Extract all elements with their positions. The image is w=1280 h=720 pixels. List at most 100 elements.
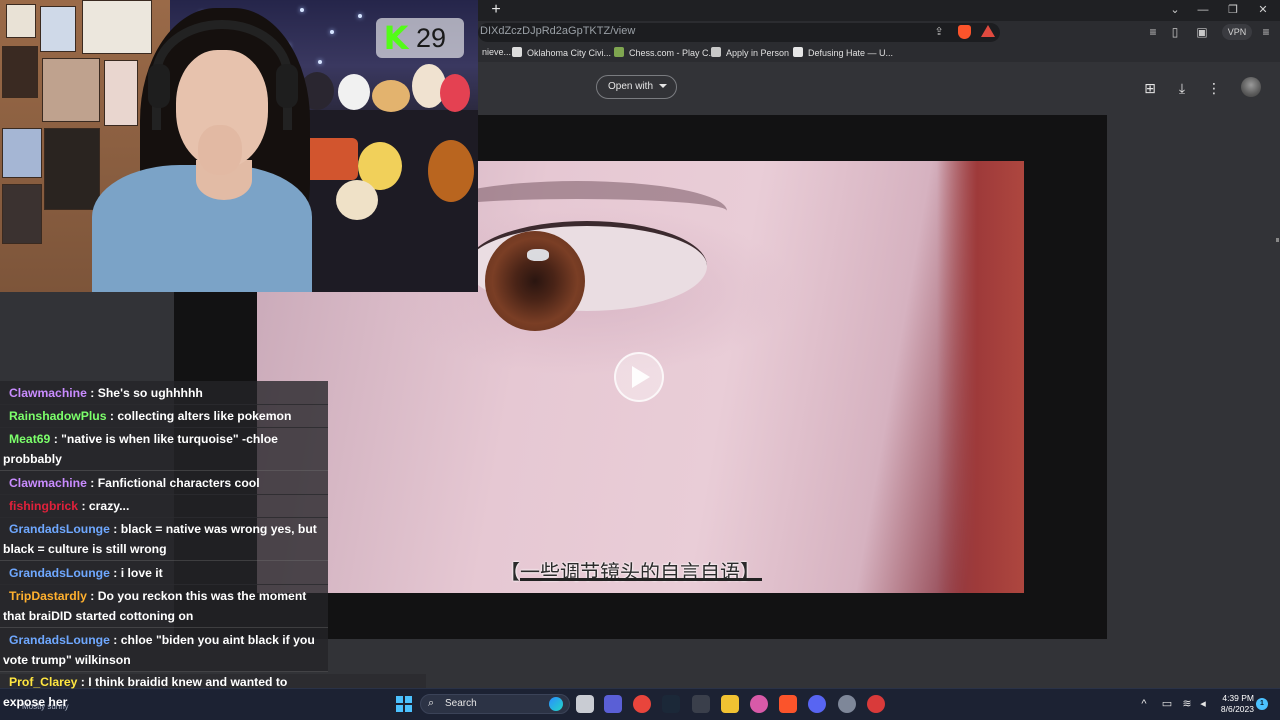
notification-badge[interactable]: 1 [1256, 698, 1268, 710]
poster [2, 46, 38, 98]
bookmark-label: Defusing Hate — U... [808, 48, 894, 58]
app-icon[interactable] [867, 695, 885, 713]
chat-username: TripDastardly [9, 589, 87, 603]
chat-message: Clawmachine : Fanfictional characters co… [0, 471, 328, 495]
account-avatar[interactable] [1241, 77, 1261, 97]
start-button[interactable] [396, 696, 412, 712]
iris-shape [485, 231, 585, 331]
url-text[interactable]: DIXdZczDJpRd2aGpTKTZ/view [480, 25, 635, 37]
brave-rewards-icon[interactable] [981, 25, 995, 37]
chat-message: GrandadsLounge : i love it [0, 561, 328, 585]
bookmark-1[interactable]: nieve... [482, 47, 511, 57]
bookmark-label: Oklahoma City Civi... [527, 48, 612, 58]
bookmark-label: Apply in Person [726, 48, 790, 58]
bookmark-2[interactable]: Oklahoma City Civi... [512, 47, 611, 58]
search-icon: ⌕ [428, 697, 435, 709]
chat-text: : Fanfictional characters cool [86, 476, 260, 490]
chat-message: GrandadsLounge : black = native was wron… [0, 517, 328, 561]
windows-logo-icon [405, 696, 412, 703]
chat-text: : collecting alters like pokemon [106, 409, 292, 423]
headphones-icon [152, 20, 292, 130]
chess-pawn-icon [614, 47, 624, 57]
plush-toy [428, 140, 474, 202]
brave-shields-icon[interactable] [958, 25, 971, 39]
chat-username: GrandadsLounge [9, 566, 110, 580]
sidebar-icon[interactable]: ▯ [1168, 25, 1182, 39]
headphone-earcup [148, 64, 170, 108]
more-options-icon[interactable]: ⋮ [1206, 80, 1222, 96]
menu-list-icon[interactable]: ≡ [1146, 25, 1160, 39]
chat-text: : She's so ughhhhh [86, 386, 203, 400]
windows-logo-icon [405, 705, 412, 712]
chat-message: Prof_Clarey : I think braidid knew and w… [0, 670, 328, 713]
close-window-button[interactable]: ✕ [1248, 2, 1278, 18]
browser-menu-icon[interactable]: ≡ [1259, 25, 1273, 39]
poster [82, 0, 152, 54]
teams-icon[interactable] [604, 695, 622, 713]
show-hidden-icons-chevron-icon[interactable]: ^ [1137, 697, 1151, 711]
chat-username: Clawmachine [9, 476, 87, 490]
plush-toy [336, 180, 378, 220]
volume-icon[interactable]: ◂ [1196, 697, 1210, 711]
chrome-icon[interactable] [633, 695, 651, 713]
bing-icon[interactable] [549, 697, 563, 711]
wifi-icon[interactable]: ≋ [1180, 697, 1194, 711]
settings-gear-icon[interactable] [838, 695, 856, 713]
tray-app-icon[interactable]: ▭ [1160, 697, 1174, 711]
file-explorer-icon[interactable] [721, 695, 739, 713]
wallet-icon[interactable]: ▣ [1195, 25, 1209, 39]
scrollbar[interactable] [1276, 238, 1279, 242]
video-subtitle: 【一些调节镜头的自言自语】 [500, 560, 760, 584]
tab-search-chevron-icon[interactable]: ⌄ [1160, 2, 1190, 18]
windows-logo-icon [396, 705, 403, 712]
brave-browser-icon[interactable] [779, 695, 797, 713]
bookmark-favicon [711, 47, 721, 57]
fairy-light [330, 30, 334, 34]
task-view-icon[interactable] [576, 695, 594, 713]
chat-username: RainshadowPlus [9, 409, 107, 423]
poster [104, 60, 138, 126]
clock-date: 8/6/2023 [1220, 704, 1254, 714]
bookmark-5[interactable]: Defusing Hate — U... [793, 47, 893, 58]
chat-overlay: Clawmachine : She's so ughhhhh Rainshado… [0, 381, 330, 691]
webcam-feed: K 29 [0, 0, 478, 292]
bookmark-favicon [512, 47, 522, 57]
poster [6, 4, 36, 38]
fairy-light [300, 8, 304, 12]
chat-username: fishingbrick [9, 499, 79, 513]
restore-button[interactable]: ❐ [1218, 2, 1248, 18]
chat-text: : i love it [109, 566, 163, 580]
bookmark-3[interactable]: Chess.com - Play C... [614, 47, 716, 58]
share-icon[interactable]: ⇪ [932, 25, 946, 39]
chat-username: Prof_Clarey [9, 675, 78, 689]
discord-icon[interactable] [808, 695, 826, 713]
app-icon[interactable] [750, 695, 768, 713]
person-hand [198, 125, 242, 175]
clock-time: 4:39 PM [1222, 693, 1254, 703]
fairy-light [318, 60, 322, 64]
bookmark-4[interactable]: Apply in Person [711, 47, 789, 58]
viewer-count: 29 [416, 23, 447, 53]
poster [2, 128, 42, 178]
chat-username: Clawmachine [9, 386, 87, 400]
screen: + ⌄ — ❐ ✕ DIXdZczDJpRd2aGpTKTZ/view ⇪ ≡ … [0, 0, 1280, 720]
windows-logo-icon [396, 696, 403, 703]
chat-message: GrandadsLounge : chloe "biden you aint b… [0, 628, 328, 672]
minimize-button[interactable]: — [1188, 2, 1218, 18]
system-clock[interactable]: 4:39 PM 8/6/2023 [1214, 693, 1254, 717]
download-icon[interactable]: ⤓ [1174, 80, 1190, 96]
chat-message: Meat69 : "native is when like turquoise"… [0, 427, 328, 471]
bookmark-label: nieve... [482, 47, 512, 57]
plush-toy [338, 74, 370, 110]
plush-toy [372, 80, 410, 112]
add-shortcut-icon[interactable]: ⊞ [1142, 80, 1158, 96]
obs-icon[interactable] [692, 695, 710, 713]
chat-message: RainshadowPlus : collecting alters like … [0, 404, 328, 428]
ramen-box [302, 138, 358, 180]
eye-glint-shape [527, 249, 549, 261]
new-tab-button[interactable]: + [488, 2, 504, 18]
poster [42, 58, 100, 122]
vpn-button[interactable]: VPN [1222, 24, 1252, 40]
steam-icon[interactable] [662, 695, 680, 713]
taskbar-search-box[interactable] [420, 694, 570, 714]
